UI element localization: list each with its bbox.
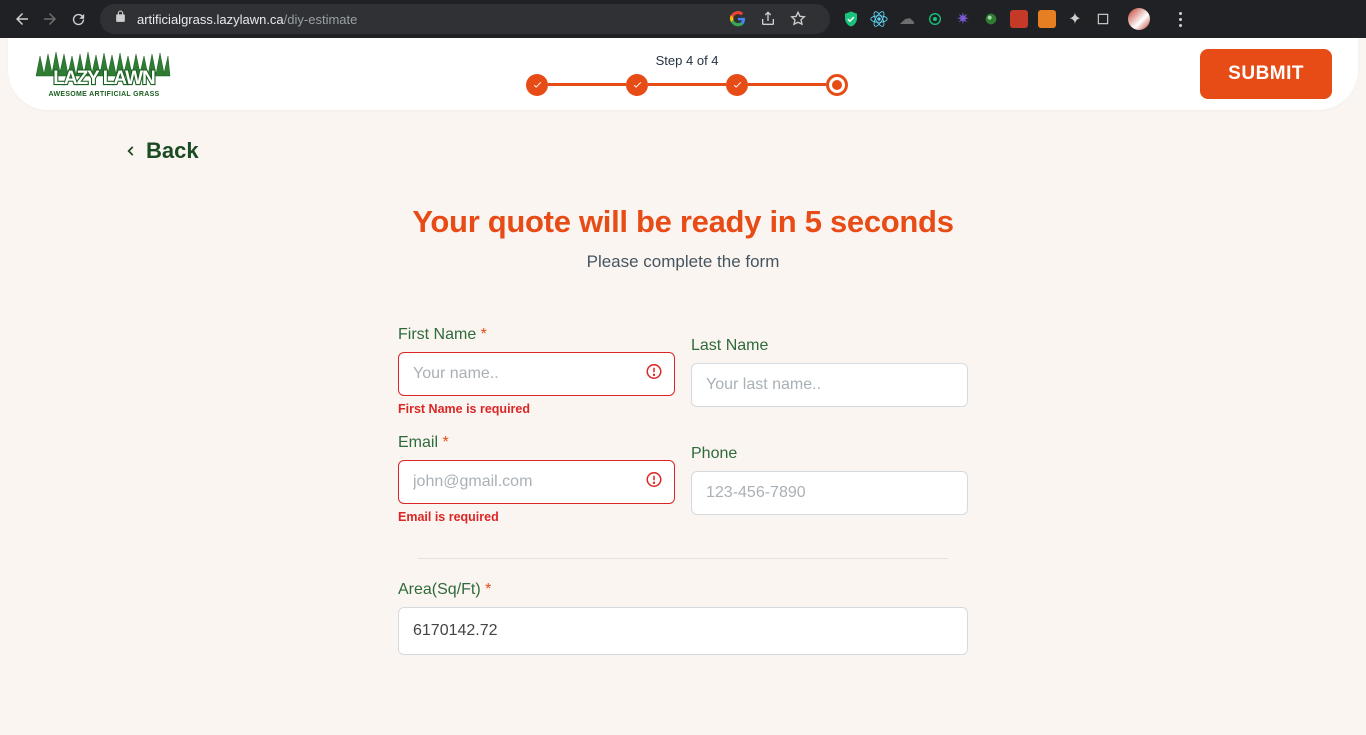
ext-react-icon[interactable] (870, 10, 888, 28)
url-bar-actions (720, 5, 816, 33)
chevron-left-icon (124, 144, 138, 158)
form-divider (418, 558, 948, 559)
page-root: LAZY LAWN AWESOME ARTIFICIAL GRASS Step … (0, 38, 1366, 655)
ext-square-icon[interactable] (1094, 10, 1112, 28)
first-name-input[interactable] (398, 352, 675, 396)
email-group: Email * Email is required (398, 434, 675, 524)
quote-form: First Name * First Name is required Last… (398, 326, 968, 655)
svg-text:AWESOME ARTIFICIAL GRASS: AWESOME ARTIFICIAL GRASS (48, 91, 159, 98)
url-path: /diy-estimate (284, 12, 358, 27)
bookmark-star-icon[interactable] (788, 9, 808, 29)
page-subheading: Please complete the form (213, 252, 1153, 272)
ext-globe-icon[interactable] (982, 10, 1000, 28)
browser-menu-icon[interactable] (1170, 12, 1190, 27)
step-line (548, 83, 626, 86)
browser-forward-button[interactable] (36, 5, 64, 33)
lock-icon (114, 10, 127, 28)
ext-puzzle-icon[interactable]: ✦ (1066, 10, 1084, 28)
last-name-label: Last Name (691, 337, 968, 355)
google-icon[interactable] (728, 9, 748, 29)
back-link[interactable]: Back (124, 138, 1366, 164)
url-host: artificialgrass.lazylawn.ca (137, 12, 284, 27)
step-dot-2 (626, 74, 648, 96)
phone-input[interactable] (691, 471, 968, 515)
first-name-error: First Name is required (398, 402, 675, 416)
email-error: Email is required (398, 510, 675, 524)
ext-gear-icon[interactable]: ✷ (954, 10, 972, 28)
url-chip (720, 5, 816, 33)
first-name-group: First Name * First Name is required (398, 326, 675, 416)
step-line (648, 83, 726, 86)
share-icon[interactable] (758, 9, 778, 29)
area-label: Area(Sq/Ft) * (398, 581, 968, 599)
stepper: Step 4 of 4 (174, 53, 1200, 96)
step-label: Step 4 of 4 (656, 53, 719, 68)
last-name-input[interactable] (691, 363, 968, 407)
error-icon (645, 363, 663, 386)
extension-row: ☁ ✷ ✦ (842, 8, 1190, 30)
email-input[interactable] (398, 460, 675, 504)
top-bar: LAZY LAWN AWESOME ARTIFICIAL GRASS Step … (8, 38, 1358, 110)
svg-text:LAZY LAWN: LAZY LAWN (53, 68, 155, 89)
step-dot-1 (526, 74, 548, 96)
error-icon (645, 471, 663, 494)
ext-circle-icon[interactable] (926, 10, 944, 28)
ext-red-icon[interactable] (1010, 10, 1028, 28)
step-dot-3 (726, 74, 748, 96)
area-group: Area(Sq/Ft) * (398, 581, 968, 655)
profile-avatar[interactable] (1128, 8, 1150, 30)
area-input[interactable] (398, 607, 968, 655)
ext-shield-icon[interactable] (842, 10, 860, 28)
browser-url-bar[interactable]: artificialgrass.lazylawn.ca/diy-estimate (100, 4, 830, 34)
phone-label: Phone (691, 445, 968, 463)
back-label: Back (146, 138, 199, 164)
browser-back-button[interactable] (8, 5, 36, 33)
browser-chrome: artificialgrass.lazylawn.ca/diy-estimate… (0, 0, 1366, 38)
step-line (748, 83, 826, 86)
submit-button[interactable]: SUBMIT (1200, 49, 1332, 99)
last-name-group: Last Name (691, 337, 968, 416)
browser-reload-button[interactable] (64, 5, 92, 33)
email-label: Email * (398, 434, 675, 452)
main-content: Your quote will be ready in 5 seconds Pl… (213, 204, 1153, 655)
ext-orange-icon[interactable] (1038, 10, 1056, 28)
brand-logo[interactable]: LAZY LAWN AWESOME ARTIFICIAL GRASS (34, 48, 174, 100)
step-dot-4-current (826, 74, 848, 96)
ext-chat-icon[interactable]: ☁ (898, 10, 916, 28)
phone-group: Phone (691, 445, 968, 524)
first-name-label: First Name * (398, 326, 675, 344)
page-heading: Your quote will be ready in 5 seconds (213, 204, 1153, 240)
